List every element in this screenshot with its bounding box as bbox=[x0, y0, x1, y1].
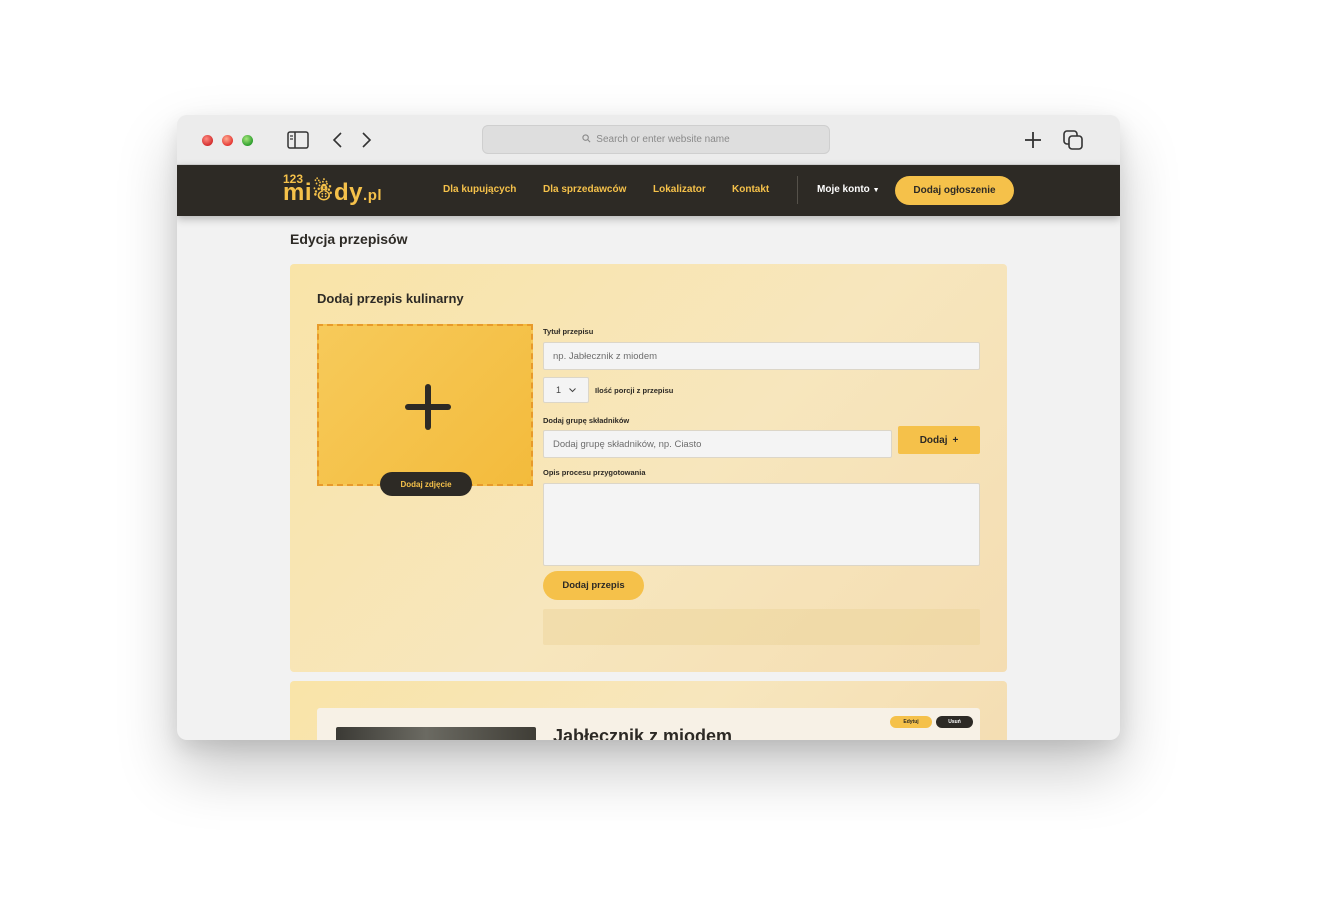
recipe-title: Jabłecznik z miodem bbox=[553, 726, 733, 740]
account-menu[interactable]: Moje konto ▼ bbox=[817, 184, 880, 195]
site-logo[interactable]: 123 mi☃dy.pl bbox=[283, 173, 382, 205]
edit-recipe-button[interactable]: Edytuj bbox=[890, 716, 932, 728]
chevron-down-icon bbox=[569, 385, 576, 395]
nav-link-sellers[interactable]: Dla sprzedawców bbox=[543, 184, 626, 195]
portions-select[interactable]: 1 bbox=[543, 377, 589, 403]
browser-toolbar: Search or enter website name bbox=[177, 115, 1120, 165]
maximize-window-button[interactable] bbox=[242, 135, 253, 146]
plus-icon: + bbox=[952, 434, 959, 446]
tab-overview-icon[interactable] bbox=[1060, 129, 1086, 151]
close-window-button[interactable] bbox=[202, 135, 213, 146]
plus-icon bbox=[405, 384, 451, 430]
description-textarea[interactable] bbox=[543, 483, 980, 566]
recipe-title-label: Tytuł przepisu bbox=[543, 327, 594, 336]
site-navbar: 123 mi☃dy.pl Dla kupujących Dla sprzedaw… bbox=[177, 165, 1120, 216]
nav-link-locator[interactable]: Lokalizator bbox=[653, 184, 706, 195]
address-bar-placeholder: Search or enter website name bbox=[596, 134, 730, 145]
nav-link-contact[interactable]: Kontakt bbox=[732, 184, 769, 195]
add-recipe-form: Dodaj przepis kulinarny Dodaj zdjęcie Ty… bbox=[290, 264, 1007, 672]
browser-window: Search or enter website name 123 mi☃dy.p… bbox=[177, 115, 1120, 740]
chevron-down-icon: ▼ bbox=[872, 187, 880, 194]
description-label: Opis procesu przygotowania bbox=[543, 468, 646, 477]
recipe-photo bbox=[336, 727, 536, 740]
recipe-title-input[interactable]: np. Jabłecznik z miodem bbox=[543, 342, 980, 370]
form-heading: Dodaj przepis kulinarny bbox=[317, 291, 464, 306]
logo-wordmark: mi☃dy.pl bbox=[283, 181, 382, 205]
ingredient-list-area bbox=[543, 609, 980, 645]
delete-recipe-button[interactable]: Usuń bbox=[936, 716, 973, 728]
address-bar[interactable]: Search or enter website name bbox=[482, 125, 830, 154]
search-icon bbox=[582, 133, 591, 146]
account-menu-label: Moje konto bbox=[817, 184, 870, 195]
minimize-window-button[interactable] bbox=[222, 135, 233, 146]
add-photo-button[interactable]: Dodaj zdjęcie bbox=[380, 472, 472, 496]
add-listing-button[interactable]: Dodaj ogłoszenie bbox=[895, 176, 1014, 205]
forward-icon[interactable] bbox=[357, 129, 377, 151]
ingredient-group-input[interactable]: Dodaj grupę składników, np. Ciasto bbox=[543, 430, 892, 458]
nav-divider bbox=[797, 176, 798, 204]
new-tab-icon[interactable] bbox=[1020, 129, 1046, 151]
recipe-title-placeholder: np. Jabłecznik z miodem bbox=[553, 350, 658, 362]
logo-tld: .pl bbox=[363, 187, 383, 204]
add-recipe-button[interactable]: Dodaj przepis bbox=[543, 571, 644, 600]
nav-link-buyers[interactable]: Dla kupujących bbox=[443, 184, 516, 195]
logo-name: mi☃dy bbox=[283, 179, 364, 206]
page-title: Edycja przepisów bbox=[290, 231, 408, 247]
recipe-item: Jabłecznik z miodem Edytuj Usuń bbox=[317, 708, 980, 740]
sidebar-toggle-icon[interactable] bbox=[287, 129, 309, 151]
add-ingredient-group-button[interactable]: Dodaj + bbox=[898, 426, 980, 454]
back-icon[interactable] bbox=[327, 129, 347, 151]
ingredient-group-label: Dodaj grupę składników bbox=[543, 416, 630, 425]
recipe-list: Jabłecznik z miodem Edytuj Usuń bbox=[290, 681, 1007, 740]
portions-value: 1 bbox=[555, 385, 561, 395]
photo-upload-area[interactable] bbox=[317, 324, 533, 486]
add-ingredient-group-label: Dodaj bbox=[919, 434, 948, 446]
ingredient-group-placeholder: Dodaj grupę składników, np. Ciasto bbox=[553, 438, 702, 450]
portions-label: Ilość porcji z przepisu bbox=[595, 386, 674, 395]
